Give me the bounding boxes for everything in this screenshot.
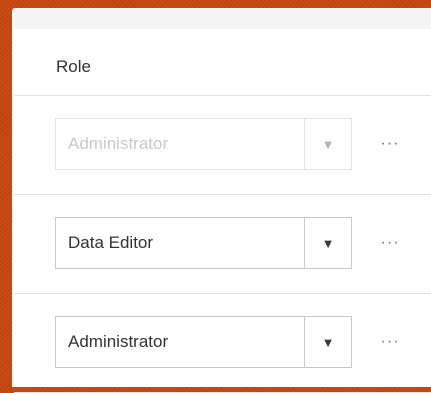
chevron-down-icon: ▼ [304,119,351,169]
chevron-down-icon[interactable]: ▼ [304,218,351,268]
more-options-icon[interactable]: ··· [372,316,408,368]
member-row: Data Editor ▼ ··· [14,195,431,294]
role-header-label: Role [56,57,91,76]
role-column-header: Role [14,29,431,96]
more-options-icon[interactable]: ··· [372,217,408,269]
role-select[interactable]: Data Editor ▼ [55,217,352,269]
role-select-value: Administrator [68,332,169,351]
role-select[interactable]: Administrator ▼ [55,316,352,368]
role-select-value: Administrator [68,134,169,153]
member-row: Administrator ▼ ··· [14,294,431,393]
role-select-value: Data Editor [68,233,154,252]
chevron-down-icon[interactable]: ▼ [304,317,351,367]
role-column: Role Administrator ▼ ··· Data Editor ▼ ·… [14,29,431,393]
more-options-icon[interactable]: ··· [372,118,408,170]
role-select: Administrator ▼ [55,118,352,170]
members-panel: Role Administrator ▼ ··· Data Editor ▼ ·… [12,8,431,393]
member-row: Administrator ▼ ··· [14,96,431,195]
